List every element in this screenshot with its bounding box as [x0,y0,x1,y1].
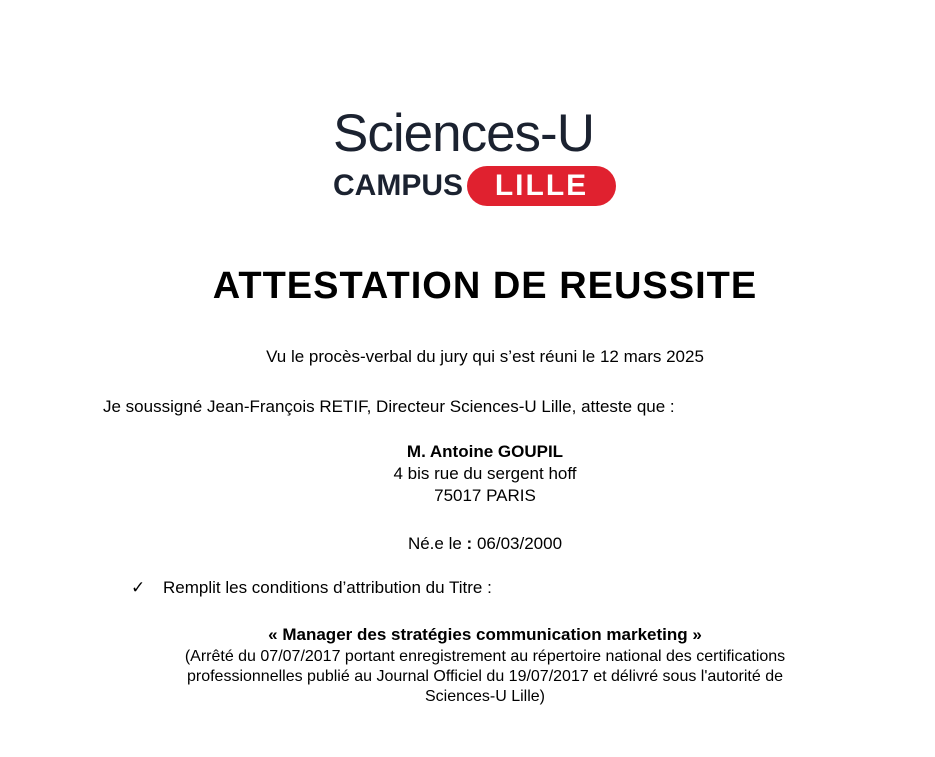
recipient-address-line2: 75017 PARIS [434,486,536,505]
logo-campus-text: CAMPUS [333,169,464,202]
sciences-u-logo: Sciences-U CAMPUS LILLE [333,104,643,206]
legal-note-line3: Sciences-U Lille) [424,688,546,705]
recipient-address-line1: 4 bis rue du sergent hoff [393,464,577,483]
logo-city-badge: LILLE [467,166,617,206]
logo-campus-row: CAMPUS LILLE [333,166,617,206]
birth-date: 06/03/2000 [472,534,563,553]
recipient-name: M. Antoine GOUPIL [406,442,564,461]
condition-text: Remplit les conditions d’attribution du … [163,578,492,597]
page-title: ATTESTATION DE REUSSITE [212,265,758,307]
certification-title: « Manager des stratégies communication m… [268,625,702,644]
logo-wordmark: Sciences-U [333,104,595,163]
certificate-page: Sciences-U CAMPUS LILLE ATTESTATION DE R… [0,0,935,757]
legal-note-line1: (Arrêté du 07/07/2017 portant enregistre… [184,648,786,665]
birth-date-line: Né.e le : 06/03/2000 [0,533,935,555]
legal-note-line2: professionnelles publié au Journal Offic… [186,668,784,685]
jury-intro: Vu le procès-verbal du jury qui s’est ré… [266,347,704,366]
birth-label: Né.e le [407,534,467,553]
director-statement: Je soussigné Jean-François RETIF, Direct… [103,397,675,416]
checkmark-icon: ✓ [131,578,146,598]
